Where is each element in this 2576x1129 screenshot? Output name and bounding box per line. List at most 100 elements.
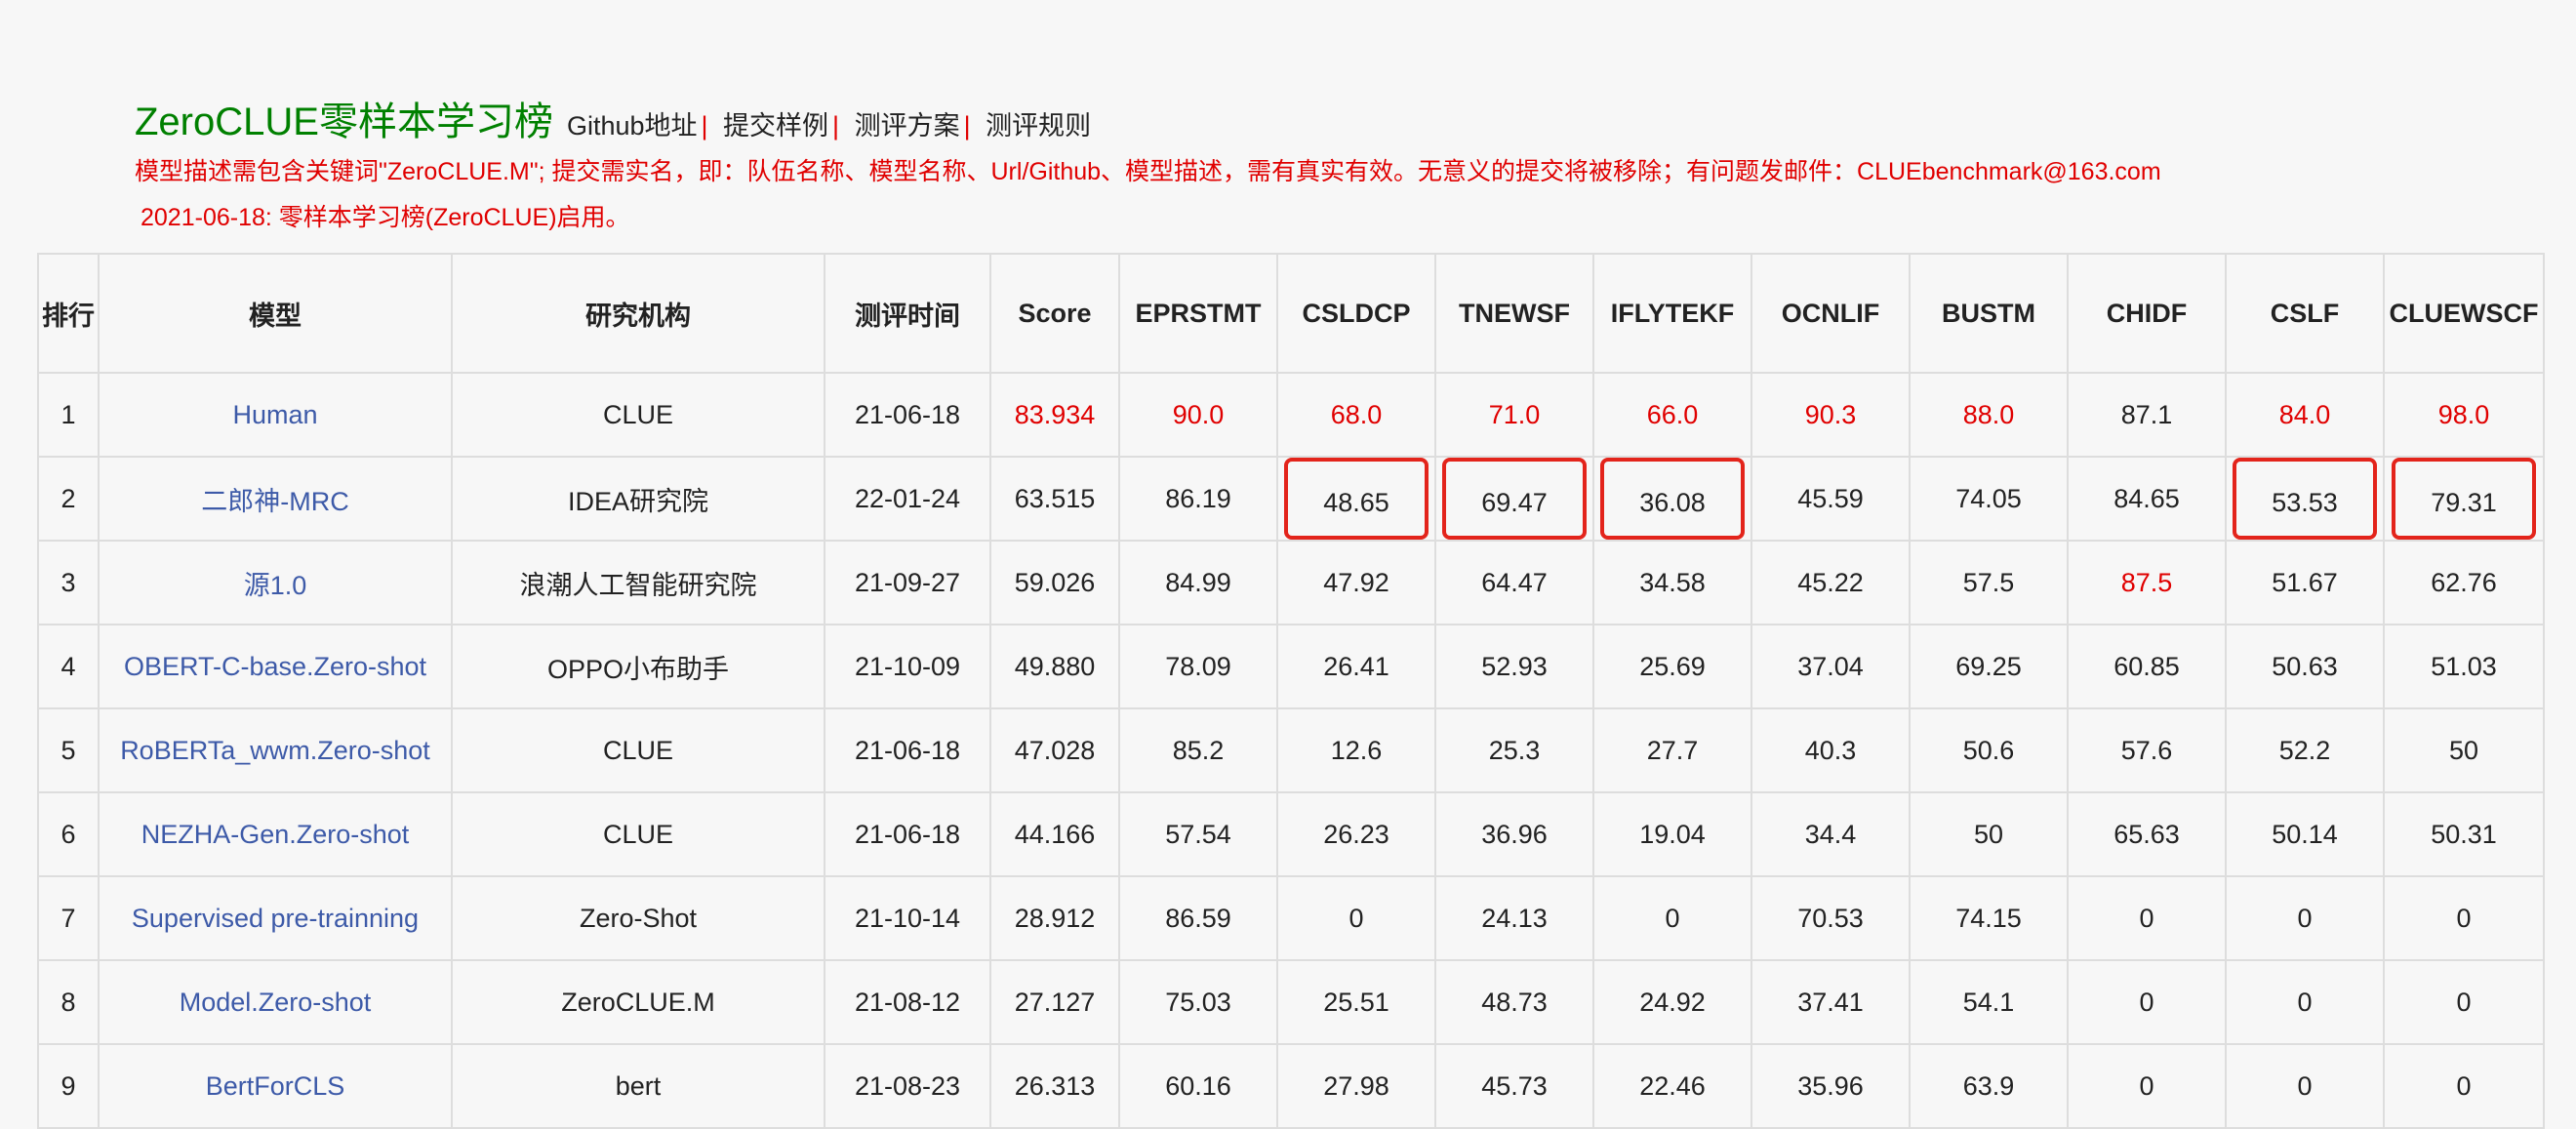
cell-chidf: 0 — [2067, 1043, 2227, 1129]
cell-csldcp: 47.92 — [1276, 540, 1436, 625]
evaluation-rules-link[interactable]: 测评规则 — [986, 111, 1091, 141]
cell-eval-date: 21-08-23 — [824, 1043, 991, 1129]
cell-eprstmt: 86.19 — [1118, 456, 1278, 542]
cell-eprstmt: 57.54 — [1118, 791, 1278, 877]
column-header-iflytekf: IFLYTEKF — [1592, 253, 1752, 374]
table-row: 1 Human CLUE 21-06-18 83.934 90.0 68.0 71.0 66.0… — [37, 372, 2545, 458]
cell-tnewsf: 24.13 — [1434, 875, 1594, 961]
cell-eprstmt: 84.99 — [1118, 540, 1278, 625]
cell-model[interactable]: Supervised pre-trainning — [98, 875, 453, 961]
cell-eval-date: 21-08-12 — [824, 959, 991, 1045]
cell-tnewsf: 71.0 — [1434, 372, 1594, 458]
cell-iflytekf: 27.7 — [1592, 707, 1752, 793]
cell-eprstmt: 90.0 — [1118, 372, 1278, 458]
column-header-rank: 排行 — [37, 253, 100, 374]
page-title: ZeroCLUE零样本学习榜 — [135, 101, 553, 143]
cell-chidf: 60.85 — [2067, 624, 2227, 709]
column-header-chidf: CHIDF — [2067, 253, 2227, 374]
cell-bustm: 50 — [1909, 791, 2069, 877]
cell-cslf: 84.0 — [2225, 372, 2385, 458]
cell-bustm: 74.15 — [1909, 875, 2069, 961]
cell-rank: 7 — [37, 875, 100, 961]
cell-model[interactable]: 源1.0 — [98, 540, 453, 625]
cell-institution: ZeroCLUE.M — [451, 959, 825, 1045]
cell-cluewscf: 79.31 — [2383, 456, 2545, 542]
cell-rank: 3 — [37, 540, 100, 625]
cell-rank: 8 — [37, 959, 100, 1045]
cell-ocnlif: 34.4 — [1751, 791, 1911, 877]
cell-score: 44.166 — [989, 791, 1120, 877]
github-link[interactable]: Github地址 — [567, 111, 698, 141]
column-header-tnewsf: TNEWSF — [1434, 253, 1594, 374]
cell-csldcp: 12.6 — [1276, 707, 1436, 793]
table-row: 3 源1.0 浪潮人工智能研究院 21-09-27 59.026 84.99 47.92 64… — [37, 540, 2545, 625]
cell-institution: OPPO小布助手 — [451, 624, 825, 709]
cell-model[interactable]: Model.Zero-shot — [98, 959, 453, 1045]
cell-chidf: 87.5 — [2067, 540, 2227, 625]
cell-csldcp: 25.51 — [1276, 959, 1436, 1045]
cell-csldcp: 68.0 — [1276, 372, 1436, 458]
column-header-institution: 研究机构 — [451, 253, 825, 374]
cell-cslf: 53.53 — [2225, 456, 2385, 542]
cell-score: 49.880 — [989, 624, 1120, 709]
cell-tnewsf: 64.47 — [1434, 540, 1594, 625]
cell-tnewsf: 45.73 — [1434, 1043, 1594, 1129]
cell-eprstmt: 78.09 — [1118, 624, 1278, 709]
cell-tnewsf: 25.3 — [1434, 707, 1594, 793]
cell-model[interactable]: BertForCLS — [98, 1043, 453, 1129]
cell-tnewsf: 69.47 — [1434, 456, 1594, 542]
column-header-model: 模型 — [98, 253, 453, 374]
cell-eval-date: 21-06-18 — [824, 372, 991, 458]
cell-ocnlif: 70.53 — [1751, 875, 1911, 961]
cell-model[interactable]: RoBERTa_wwm.Zero-shot — [98, 707, 453, 793]
table-row: 8 Model.Zero-shot ZeroCLUE.M 21-08-12 27.127… — [37, 959, 2545, 1045]
column-header-bustm: BUSTM — [1909, 253, 2069, 374]
submission-notice: 模型描述需包含关键词"ZeroCLUE.M"; 提交需实名，即：队伍名称、模型名… — [135, 158, 2161, 185]
table-row: 4 OBERT-C-base.Zero-shot OPPO小布助手 21-10-09 4… — [37, 624, 2545, 709]
cell-eval-date: 22-01-24 — [824, 456, 991, 542]
cell-chidf: 84.65 — [2067, 456, 2227, 542]
cell-cslf: 52.2 — [2225, 707, 2385, 793]
cell-institution: CLUE — [451, 791, 825, 877]
cell-eval-date: 21-09-27 — [824, 540, 991, 625]
cell-cluewscf: 62.76 — [2383, 540, 2545, 625]
cell-institution: 浪潮人工智能研究院 — [451, 540, 825, 625]
cell-csldcp: 26.41 — [1276, 624, 1436, 709]
title-line: ZeroCLUE零样本学习榜 Github地址 | 提交样例 | 测评方案 | 测评规… — [135, 90, 1091, 146]
cell-institution: bert — [451, 1043, 825, 1129]
header: ZeroCLUE零样本学习榜 Github地址 | 提交样例 | 测评方案 | 测评规… — [135, 90, 1091, 146]
column-header-cslf: CSLF — [2225, 253, 2385, 374]
submit-example-link[interactable]: 提交样例 — [723, 111, 828, 141]
cell-iflytekf: 66.0 — [1592, 372, 1752, 458]
cell-model[interactable]: NEZHA-Gen.Zero-shot — [98, 791, 453, 877]
cell-bustm: 50.6 — [1909, 707, 2069, 793]
cell-cluewscf: 50 — [2383, 707, 2545, 793]
table-header-row: 排行 模型 研究机构 测评时间 Score EPRSTMT CSLDCP TNEWSF IFLY… — [37, 253, 2545, 374]
cell-model[interactable]: 二郎神-MRC — [98, 456, 453, 542]
cell-cslf: 51.67 — [2225, 540, 2385, 625]
table-row: 6 NEZHA-Gen.Zero-shot CLUE 21-06-18 44.166 57… — [37, 791, 2545, 877]
cell-model[interactable]: OBERT-C-base.Zero-shot — [98, 624, 453, 709]
cell-ocnlif: 40.3 — [1751, 707, 1911, 793]
cell-score: 59.026 — [989, 540, 1120, 625]
nav-separator: | — [963, 111, 971, 141]
cell-ocnlif: 45.59 — [1751, 456, 1911, 542]
cell-cluewscf: 0 — [2383, 1043, 2545, 1129]
cell-ocnlif: 45.22 — [1751, 540, 1911, 625]
cell-score: 28.912 — [989, 875, 1120, 961]
cell-rank: 9 — [37, 1043, 100, 1129]
cell-model[interactable]: Human — [98, 372, 453, 458]
cell-cslf: 50.63 — [2225, 624, 2385, 709]
cell-chidf: 0 — [2067, 875, 2227, 961]
cell-tnewsf: 48.73 — [1434, 959, 1594, 1045]
cell-bustm: 69.25 — [1909, 624, 2069, 709]
highlighted-score: 53.53 — [2233, 459, 2377, 539]
cell-eprstmt: 75.03 — [1118, 959, 1278, 1045]
cell-cluewscf: 50.31 — [2383, 791, 2545, 877]
column-header-ocnlif: OCNLIF — [1751, 253, 1911, 374]
nav-separator: | — [832, 111, 840, 141]
evaluation-plan-link[interactable]: 测评方案 — [855, 111, 960, 141]
cell-eprstmt: 86.59 — [1118, 875, 1278, 961]
cell-ocnlif: 37.04 — [1751, 624, 1911, 709]
cell-cslf: 50.14 — [2225, 791, 2385, 877]
